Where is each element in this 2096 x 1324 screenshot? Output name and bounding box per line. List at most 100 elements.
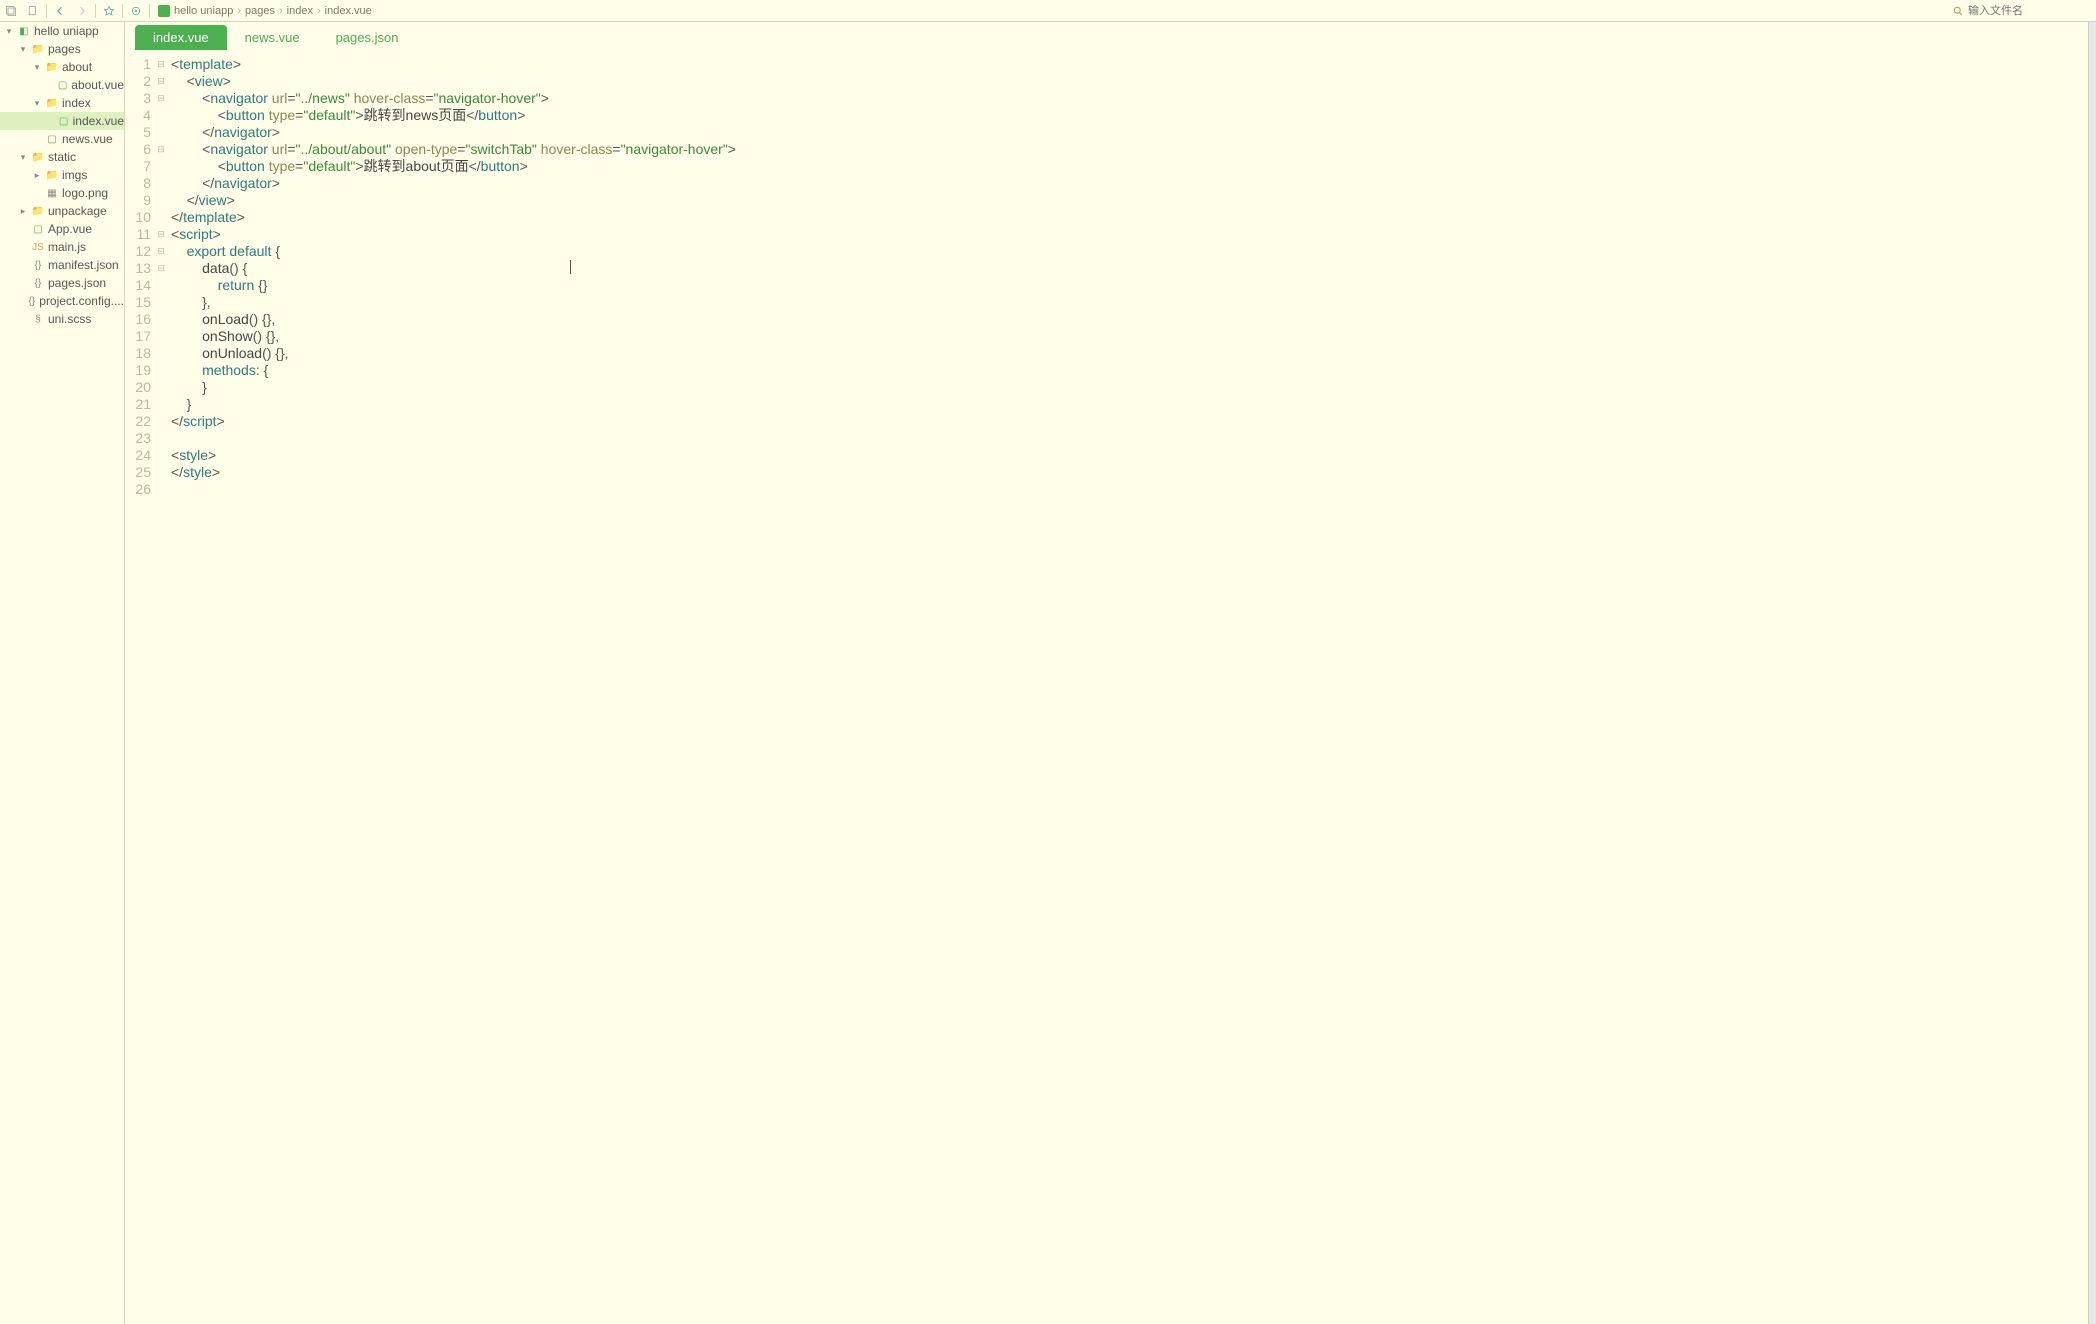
run-icon[interactable] <box>125 0 147 22</box>
code-line[interactable]: <navigator url="../news" hover-class="na… <box>171 90 736 107</box>
tree-arrow-icon[interactable] <box>46 116 55 126</box>
fold-marker[interactable] <box>155 294 167 311</box>
fold-marker[interactable] <box>155 345 167 362</box>
nav-forward-icon[interactable] <box>71 0 93 22</box>
tree-item-news-vue[interactable]: ▢news.vue <box>0 130 124 148</box>
tree-item-hello-uniapp[interactable]: ▾◧hello uniapp <box>0 22 124 40</box>
fold-marker[interactable] <box>155 209 167 226</box>
fold-marker[interactable] <box>155 379 167 396</box>
fold-marker[interactable]: ⊟ <box>155 56 167 73</box>
tree-item-unpackage[interactable]: ▸📁unpackage <box>0 202 124 220</box>
code-line[interactable]: </navigator> <box>171 175 736 192</box>
code-line[interactable]: onUnload() {}, <box>171 345 736 362</box>
tree-item-index-vue[interactable]: ▢index.vue <box>0 112 124 130</box>
file-explorer[interactable]: ▾◧hello uniapp▾📁pages▾📁about▢about.vue▾📁… <box>0 22 125 1324</box>
code-line[interactable] <box>171 430 736 447</box>
tree-item-pages-json[interactable]: {}pages.json <box>0 274 124 292</box>
tree-item-App-vue[interactable]: ▢App.vue <box>0 220 124 238</box>
new-file-icon[interactable] <box>22 0 44 22</box>
code-line[interactable]: <navigator url="../about/about" open-typ… <box>171 141 736 158</box>
fold-marker[interactable]: ⊟ <box>155 243 167 260</box>
tab-pages-json[interactable]: pages.json <box>318 25 417 50</box>
fold-marker[interactable]: ⊟ <box>155 73 167 90</box>
code-line[interactable]: <button type="default">跳转到news页面</button… <box>171 107 736 124</box>
minimap-strip[interactable] <box>2088 22 2096 1324</box>
fold-marker[interactable] <box>155 107 167 124</box>
file-search[interactable] <box>1952 5 2096 17</box>
tree-arrow-icon[interactable] <box>18 278 28 288</box>
tree-item-uni-scss[interactable]: §uni.scss <box>0 310 124 328</box>
breadcrumb-item[interactable]: index <box>287 5 313 17</box>
fold-marker[interactable]: ⊟ <box>155 141 167 158</box>
fold-marker[interactable]: ⊟ <box>155 226 167 243</box>
tree-item-pages[interactable]: ▾📁pages <box>0 40 124 58</box>
fold-column[interactable]: ⊟⊟⊟⊟⊟⊟⊟ <box>155 50 167 1324</box>
tree-arrow-icon[interactable] <box>46 80 54 90</box>
fold-marker[interactable] <box>155 124 167 141</box>
code-line[interactable]: <view> <box>171 73 736 90</box>
code-area[interactable]: 1234567891011121314151617181920212223242… <box>125 50 2088 1324</box>
tree-item-about-vue[interactable]: ▢about.vue <box>0 76 124 94</box>
tree-arrow-icon[interactable] <box>18 242 28 252</box>
breadcrumb-item[interactable]: index.vue <box>325 5 372 17</box>
fold-marker[interactable] <box>155 192 167 209</box>
fold-marker[interactable] <box>155 447 167 464</box>
code-line[interactable]: }, <box>171 294 736 311</box>
fold-marker[interactable] <box>155 311 167 328</box>
code-line[interactable]: methods: { <box>171 362 736 379</box>
tree-arrow-icon[interactable] <box>18 224 28 234</box>
fold-marker[interactable] <box>155 158 167 175</box>
tree-arrow-icon[interactable] <box>18 296 24 306</box>
fold-marker[interactable] <box>155 362 167 379</box>
fold-marker[interactable] <box>155 413 167 430</box>
fold-marker[interactable] <box>155 464 167 481</box>
code-line[interactable]: </template> <box>171 209 736 226</box>
code-line[interactable]: export default { <box>171 243 736 260</box>
fold-marker[interactable] <box>155 396 167 413</box>
tree-arrow-icon[interactable]: ▸ <box>18 206 28 216</box>
fold-marker[interactable] <box>155 175 167 192</box>
code-content[interactable]: <template> <view> <navigator url="../new… <box>167 50 736 1324</box>
code-line[interactable]: return {} <box>171 277 736 294</box>
breadcrumb-item[interactable]: hello uniapp <box>174 5 233 17</box>
save-all-icon[interactable] <box>0 0 22 22</box>
tree-item-about[interactable]: ▾📁about <box>0 58 124 76</box>
code-line[interactable]: <button type="default">跳转到about页面</butto… <box>171 158 736 175</box>
tree-arrow-icon[interactable]: ▾ <box>32 98 42 108</box>
tree-item-index[interactable]: ▾📁index <box>0 94 124 112</box>
code-line[interactable]: onShow() {}, <box>171 328 736 345</box>
fold-marker[interactable] <box>155 430 167 447</box>
code-line[interactable]: </script> <box>171 413 736 430</box>
tree-arrow-icon[interactable] <box>32 134 42 144</box>
tree-item-logo-png[interactable]: ▦logo.png <box>0 184 124 202</box>
fold-marker[interactable] <box>155 328 167 345</box>
fold-marker[interactable]: ⊟ <box>155 90 167 107</box>
tree-arrow-icon[interactable] <box>18 314 28 324</box>
fold-marker[interactable] <box>155 277 167 294</box>
code-line[interactable]: <script> <box>171 226 736 243</box>
tree-item-imgs[interactable]: ▸📁imgs <box>0 166 124 184</box>
tree-item-static[interactable]: ▾📁static <box>0 148 124 166</box>
code-line[interactable]: <style> <box>171 447 736 464</box>
tree-arrow-icon[interactable]: ▾ <box>18 152 28 162</box>
tree-item-project-config----[interactable]: {}project.config.... <box>0 292 124 310</box>
code-line[interactable]: </view> <box>171 192 736 209</box>
code-line[interactable]: </navigator> <box>171 124 736 141</box>
search-input[interactable] <box>1968 5 2088 17</box>
tree-arrow-icon[interactable] <box>32 188 42 198</box>
code-line[interactable]: data() { <box>171 260 736 277</box>
tree-arrow-icon[interactable]: ▾ <box>32 62 42 72</box>
tree-item-main-js[interactable]: JSmain.js <box>0 238 124 256</box>
breadcrumb-item[interactable]: pages <box>245 5 275 17</box>
code-line[interactable]: } <box>171 396 736 413</box>
fold-marker[interactable]: ⊟ <box>155 260 167 277</box>
code-line[interactable]: <template> <box>171 56 736 73</box>
favorite-icon[interactable] <box>98 0 120 22</box>
code-line[interactable]: </style> <box>171 464 736 481</box>
tree-arrow-icon[interactable]: ▾ <box>4 26 14 36</box>
tab-news-vue[interactable]: news.vue <box>227 25 318 50</box>
code-line[interactable]: } <box>171 379 736 396</box>
tree-arrow-icon[interactable]: ▾ <box>18 44 28 54</box>
tree-arrow-icon[interactable] <box>18 260 28 270</box>
tree-item-manifest-json[interactable]: {}manifest.json <box>0 256 124 274</box>
